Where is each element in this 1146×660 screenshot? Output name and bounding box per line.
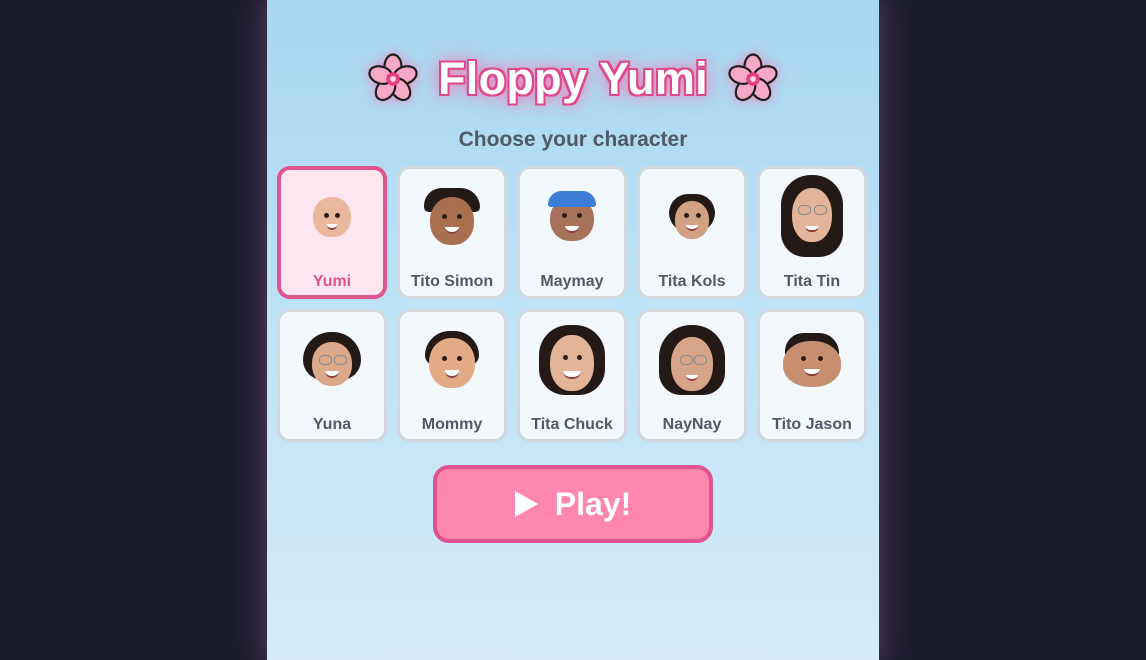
character-name: Maymay [540, 273, 604, 290]
game-screen: Floppy Yumi Choose your character Yumi T… [267, 0, 879, 660]
tita-chuck-avatar [539, 325, 605, 395]
naynay-avatar [659, 325, 725, 395]
character-name: Tita Tin [783, 273, 841, 290]
character-card-naynay[interactable]: NayNay [637, 309, 747, 442]
character-card-tito-simon[interactable]: Tito Simon [397, 166, 507, 299]
character-name: Yumi [312, 273, 352, 290]
character-name: Yuna [312, 416, 352, 433]
cherry-blossom-icon [368, 53, 418, 102]
character-name: Tita Chuck [531, 416, 613, 433]
character-card-tito-jason[interactable]: Tito Jason [757, 309, 867, 442]
character-name: Tito Jason [772, 416, 852, 433]
character-grid: Yumi Tito Simon Maymay Tita Kols Tita Ti… [277, 166, 869, 442]
tito-simon-avatar [424, 188, 480, 246]
game-title-text: Floppy Yumi [437, 53, 708, 104]
character-name: Tita Kols [658, 273, 726, 290]
game-title: Floppy Yumi [267, 52, 879, 106]
yumi-avatar [312, 197, 352, 239]
mommy-avatar [425, 331, 479, 389]
character-card-yumi[interactable]: Yumi [277, 166, 387, 299]
play-triangle-icon [514, 491, 538, 517]
tita-kols-avatar [669, 194, 715, 240]
character-name: NayNay [662, 416, 722, 433]
character-card-maymay[interactable]: Maymay [517, 166, 627, 299]
tita-tin-avatar [781, 175, 843, 259]
tito-jason-avatar [781, 333, 843, 387]
character-card-tita-chuck[interactable]: Tita Chuck [517, 309, 627, 442]
character-name: Mommy [421, 416, 483, 433]
maymay-avatar [547, 191, 597, 243]
yuna-avatar [303, 332, 361, 388]
subtitle: Choose your character [458, 128, 688, 151]
cherry-blossom-icon [728, 53, 778, 102]
character-card-tita-kols[interactable]: Tita Kols [637, 166, 747, 299]
character-card-mommy[interactable]: Mommy [397, 309, 507, 442]
play-button[interactable]: Play! [433, 465, 713, 543]
character-card-yuna[interactable]: Yuna [277, 309, 387, 442]
character-card-tita-tin[interactable]: Tita Tin [757, 166, 867, 299]
character-name: Tito Simon [410, 273, 494, 290]
play-button-label: Play! [554, 485, 632, 522]
